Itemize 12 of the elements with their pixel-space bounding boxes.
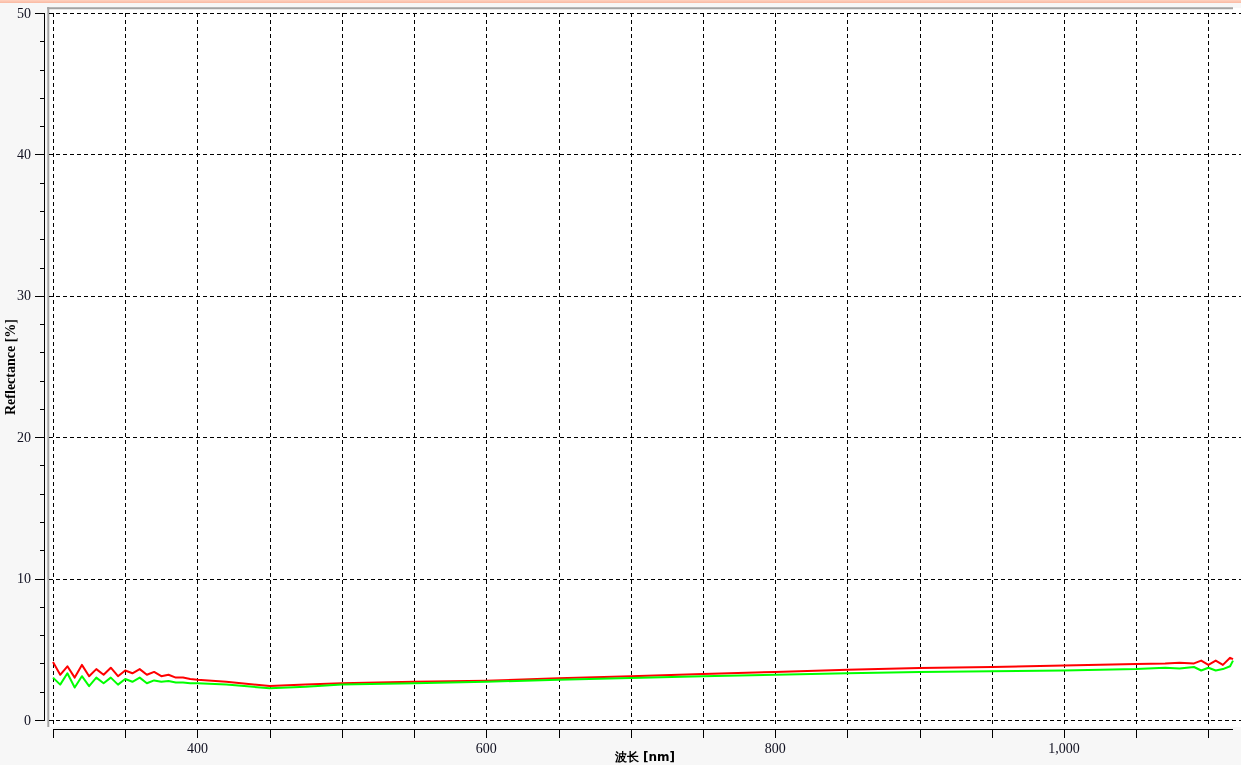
x-axis-title: 波长 [nm] (614, 750, 676, 764)
y-tick-label: 50 (17, 5, 31, 21)
x-tick-label: 800 (764, 740, 786, 756)
y-tick-label: 30 (17, 288, 31, 304)
y-tick-label: 20 (17, 429, 31, 445)
x-tick-label: 1,000 (1048, 740, 1080, 756)
x-tick-label: 400 (186, 740, 208, 756)
y-tick-label: 40 (17, 146, 31, 162)
y-tick-label: 10 (17, 571, 31, 587)
y-tick-label: 0 (24, 712, 31, 728)
y-axis-title: Reflectance [%] (2, 319, 18, 415)
x-tick-label: 600 (475, 740, 497, 756)
